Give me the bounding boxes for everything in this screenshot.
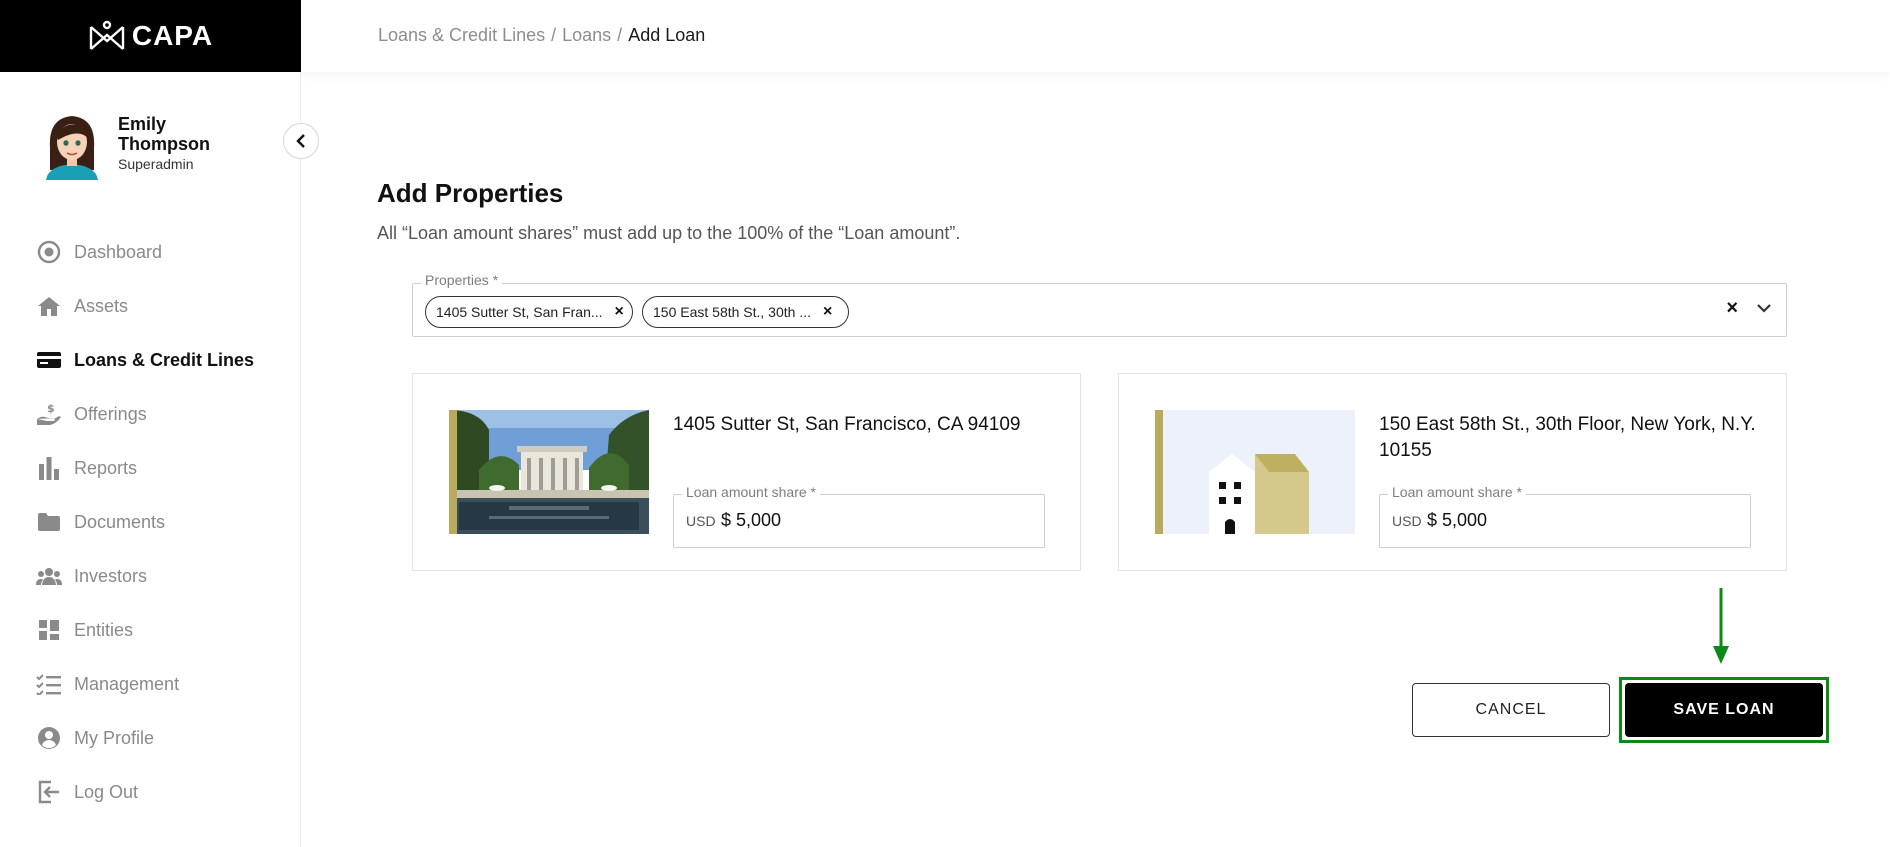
user-circle-icon	[36, 725, 62, 751]
avatar	[46, 116, 98, 180]
sidebar-item-dashboard[interactable]: Dashboard	[36, 225, 276, 279]
sidebar: CAPA Emily Thompson Superadmin Dashboard	[0, 0, 301, 847]
hand-dollar-icon: $	[36, 401, 62, 427]
sidebar-item-log-out[interactable]: Log Out	[36, 765, 276, 819]
property-card: 1405 Sutter St, San Francisco, CA 94109 …	[412, 373, 1081, 571]
sidebar-item-my-profile[interactable]: My Profile	[36, 711, 276, 765]
user-name: Emily Thompson	[118, 114, 210, 154]
property-title: 1405 Sutter St, San Francisco, CA 94109	[673, 414, 1021, 435]
breadcrumb-current: Add Loan	[628, 25, 706, 45]
loan-share-label: Loan amount share *	[682, 484, 820, 500]
property-photo	[449, 410, 649, 534]
grid-icon	[36, 617, 62, 643]
svg-text:$: $	[47, 402, 55, 415]
user-profile: Emily Thompson Superadmin	[44, 108, 238, 180]
building-placeholder-icon	[1155, 410, 1355, 534]
breadcrumb-loans[interactable]: Loans	[562, 25, 611, 45]
credit-card-icon	[36, 347, 62, 373]
property-card: 150 East 58th St., 30th Floor, New York,…	[1118, 373, 1787, 571]
loan-share-value[interactable]: $ 5,000	[721, 510, 781, 531]
sidebar-item-label: Management	[74, 673, 180, 694]
image-accent-bar	[1155, 410, 1163, 534]
home-icon	[36, 293, 62, 319]
sidebar-item-assets[interactable]: Assets	[36, 279, 276, 333]
brand-logo[interactable]: CAPA	[0, 0, 301, 72]
close-icon[interactable]: ×	[823, 303, 832, 321]
capa-logo-icon	[89, 20, 125, 50]
sidebar-item-investors[interactable]: Investors	[36, 549, 276, 603]
sidebar-item-label: Reports	[74, 457, 138, 478]
arrow-down-icon	[1713, 588, 1729, 664]
people-icon	[36, 563, 62, 589]
breadcrumb-separator: /	[551, 25, 557, 45]
dashboard-icon	[36, 239, 62, 265]
sidebar-item-label: Documents	[74, 511, 166, 532]
image-accent-bar	[449, 410, 457, 534]
clear-icon[interactable]: ×	[1726, 297, 1738, 320]
folder-icon	[36, 509, 62, 535]
chevron-left-icon	[296, 134, 305, 148]
sidebar-item-entities[interactable]: Entities	[36, 603, 276, 657]
loan-share-value[interactable]: $ 5,000	[1427, 510, 1487, 531]
sidebar-item-label: Dashboard	[74, 241, 163, 262]
sidebar-item-label: Investors	[74, 565, 148, 586]
sidebar-item-offerings[interactable]: $ Offerings	[36, 387, 276, 441]
logout-icon	[36, 779, 62, 805]
chevron-down-icon[interactable]	[1756, 302, 1772, 314]
loan-share-input[interactable]: Loan amount share * USD $ 5,000	[673, 484, 1045, 548]
loan-share-label: Loan amount share *	[1388, 484, 1526, 500]
properties-label: Properties *	[421, 272, 503, 288]
user-role: Superadmin	[118, 156, 194, 172]
sidebar-item-management[interactable]: Management	[36, 657, 276, 711]
sidebar-nav: Dashboard Assets Loans & Credit Lines $ …	[36, 225, 276, 819]
top-header: Loans & Credit Lines / Loans / Add Loan	[301, 0, 1890, 72]
chip-label: 1405 Sutter St, San Fran...	[436, 304, 603, 320]
sidebar-item-documents[interactable]: Documents	[36, 495, 276, 549]
close-icon[interactable]: ×	[615, 303, 624, 321]
cancel-button[interactable]: CANCEL	[1412, 683, 1610, 737]
page-title: Add Properties	[377, 178, 564, 208]
properties-select[interactable]: Properties * 1405 Sutter St, San Fran...…	[412, 272, 1787, 337]
sidebar-item-label: Offerings	[74, 403, 147, 424]
loan-share-input[interactable]: Loan amount share * USD $ 5,000	[1379, 484, 1751, 548]
sidebar-item-label: Entities	[74, 619, 134, 640]
currency-label: USD	[1392, 513, 1422, 529]
bar-chart-icon	[36, 455, 62, 481]
sidebar-item-label: Log Out	[74, 781, 139, 802]
breadcrumb-separator: /	[617, 25, 623, 45]
checklist-icon	[36, 671, 62, 697]
breadcrumb: Loans & Credit Lines / Loans / Add Loan	[378, 25, 705, 46]
property-chip[interactable]: 1405 Sutter St, San Fran... ×	[425, 296, 633, 328]
currency-label: USD	[686, 513, 716, 529]
page-description: All “Loan amount shares” must add up to …	[377, 223, 961, 243]
property-chip[interactable]: 150 East 58th St., 30th ... ×	[642, 296, 849, 328]
save-loan-button[interactable]: SAVE LOAN	[1625, 683, 1823, 737]
chip-label: 150 East 58th St., 30th ...	[653, 304, 811, 320]
sidebar-item-label: Assets	[74, 295, 129, 316]
sidebar-item-reports[interactable]: Reports	[36, 441, 276, 495]
brand-name: CAPA	[131, 20, 214, 51]
sidebar-item-label: My Profile	[74, 727, 155, 748]
collapse-sidebar-button[interactable]	[283, 123, 319, 159]
breadcrumb-loans-credit-lines[interactable]: Loans & Credit Lines	[378, 25, 545, 45]
sidebar-item-loans[interactable]: Loans & Credit Lines	[36, 333, 276, 387]
sidebar-item-label: Loans & Credit Lines	[74, 349, 255, 370]
property-title: 150 East 58th St., 30th Floor, New York,…	[1379, 414, 1756, 461]
